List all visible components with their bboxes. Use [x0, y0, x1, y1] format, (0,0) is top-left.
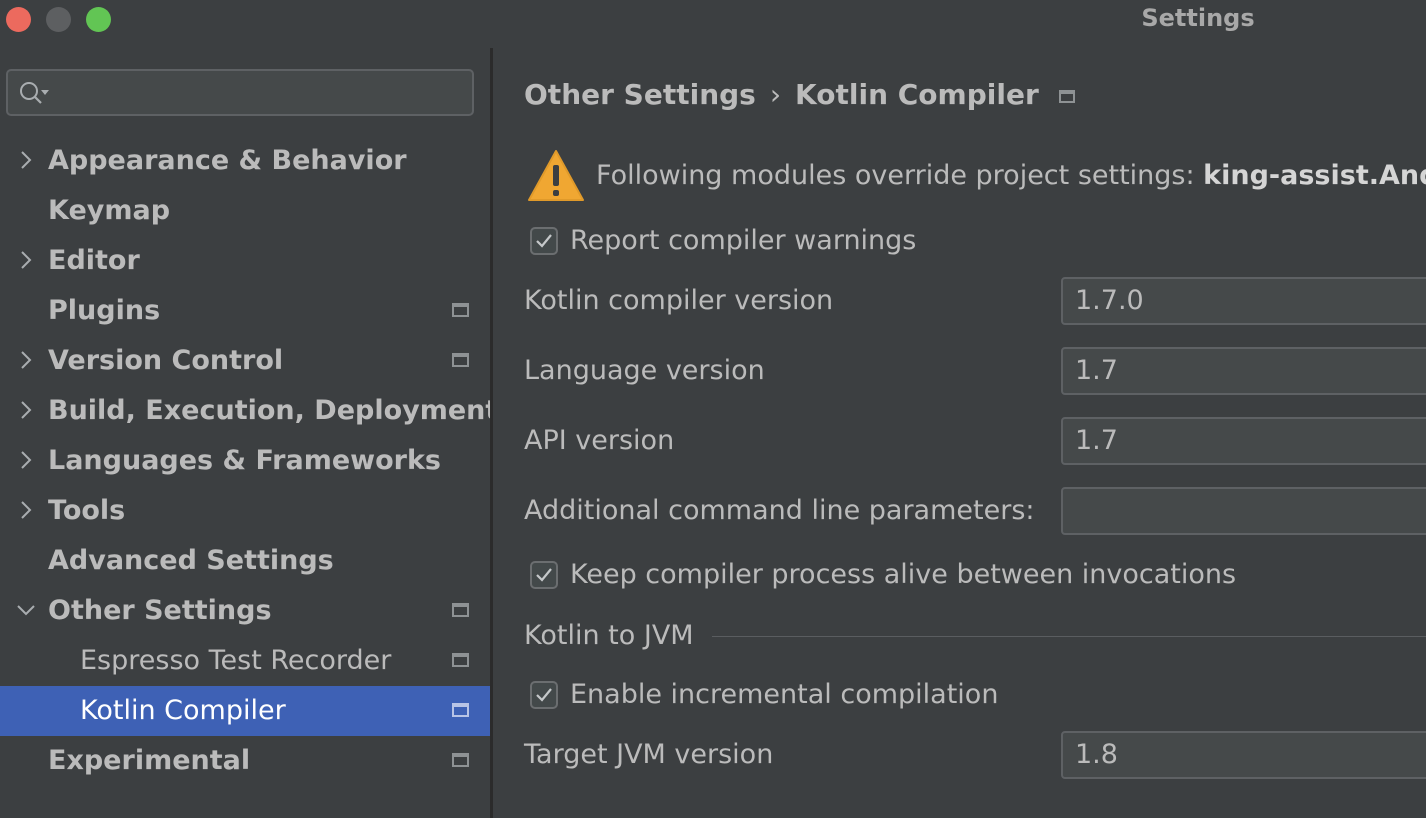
project-level-icon	[452, 303, 469, 317]
breadcrumb-separator: ›	[769, 78, 782, 111]
sidebar-item-label: Tools	[48, 495, 126, 526]
settings-sidebar: Appearance & Behavior Keymap Editor Plug…	[0, 48, 498, 818]
sidebar-item-label: Languages & Frameworks	[48, 445, 442, 476]
warning-message: Following modules override project setti…	[596, 160, 1426, 192]
project-level-icon	[1058, 89, 1075, 103]
warning-module-list[interactable]: king-assist.And	[1203, 160, 1426, 191]
sidebar-item-label: Build, Execution, Deployment	[48, 395, 499, 426]
sidebar-item-other-settings[interactable]: Other Settings	[0, 586, 490, 636]
report-warnings-label: Report compiler warnings	[570, 225, 917, 256]
sidebar-item-label: Kotlin Compiler	[80, 695, 286, 726]
sidebar-item-appearance-behavior[interactable]: Appearance & Behavior	[0, 136, 490, 186]
sidebar-item-label: Advanced Settings	[48, 545, 334, 576]
settings-search-box[interactable]	[6, 69, 474, 116]
chevron-right-icon[interactable]	[16, 250, 36, 270]
search-icon	[20, 82, 49, 104]
sidebar-item-version-control[interactable]: Version Control	[0, 336, 490, 386]
sidebar-item-label: Experimental	[48, 745, 251, 776]
language-version-label: Language version	[524, 355, 765, 386]
checkmark-icon	[536, 234, 552, 248]
checkmark-icon	[536, 568, 552, 582]
sidebar-item-label: Other Settings	[48, 595, 272, 626]
title-bar: Settings	[0, 0, 1426, 48]
breadcrumb-current: Kotlin Compiler	[795, 78, 1039, 111]
chevron-right-icon[interactable]	[16, 450, 36, 470]
sidebar-item-label: Espresso Test Recorder	[80, 645, 392, 676]
minimize-window-button[interactable]	[46, 7, 71, 32]
target-jvm-field[interactable]: 1.8	[1061, 731, 1426, 779]
chevron-right-icon[interactable]	[16, 400, 36, 420]
compiler-version-field[interactable]: 1.7.0	[1061, 277, 1426, 325]
project-level-icon	[452, 753, 469, 767]
breadcrumb: Other Settings › Kotlin Compiler	[524, 77, 1075, 113]
sidebar-item-editor[interactable]: Editor	[0, 236, 490, 286]
sidebar-item-plugins[interactable]: Plugins	[0, 286, 490, 336]
sidebar-item-experimental[interactable]: Experimental	[0, 736, 490, 786]
keep-alive-label: Keep compiler process alive between invo…	[570, 559, 1237, 590]
api-version-field[interactable]: 1.7	[1061, 417, 1426, 465]
sidebar-item-label: Version Control	[48, 345, 284, 376]
keep-alive-checkbox[interactable]	[530, 561, 558, 589]
sidebar-item-tools[interactable]: Tools	[0, 486, 490, 536]
sidebar-item-languages-frameworks[interactable]: Languages & Frameworks	[0, 436, 490, 486]
chevron-right-icon[interactable]	[16, 500, 36, 520]
module-override-warning: Following modules override project setti…	[526, 148, 1426, 204]
project-level-icon	[452, 703, 469, 717]
sidebar-item-build-execution-deployment[interactable]: Build, Execution, Deployment	[0, 386, 498, 436]
sidebar-item-label: Plugins	[48, 295, 161, 326]
sidebar-item-keymap[interactable]: Keymap	[0, 186, 490, 236]
settings-search-input[interactable]	[56, 77, 466, 109]
checkmark-icon	[536, 688, 552, 702]
warning-icon	[528, 150, 584, 201]
warning-text: Following modules override project setti…	[596, 160, 1204, 191]
chevron-right-icon[interactable]	[16, 350, 36, 370]
project-level-icon	[452, 353, 469, 367]
language-version-field[interactable]: 1.7	[1061, 347, 1426, 395]
settings-content-panel: Other Settings › Kotlin Compiler Following…	[493, 48, 1426, 818]
breadcrumb-parent[interactable]: Other Settings	[524, 78, 756, 111]
sidebar-item-advanced-settings[interactable]: Advanced Settings	[0, 536, 490, 586]
maximize-window-button[interactable]	[86, 7, 111, 32]
incremental-compilation-checkbox[interactable]	[530, 681, 558, 709]
chevron-right-icon[interactable]	[16, 150, 36, 170]
compiler-version-label: Kotlin compiler version	[524, 285, 834, 316]
project-level-icon	[452, 603, 469, 617]
project-level-icon	[452, 653, 469, 667]
report-warnings-checkbox[interactable]	[530, 227, 558, 255]
additional-params-input[interactable]	[1061, 487, 1426, 535]
api-version-label: API version	[524, 425, 675, 456]
keep-alive-option[interactable]: Keep compiler process alive between invo…	[530, 559, 1410, 593]
sidebar-item-espresso-test-recorder[interactable]: Espresso Test Recorder	[0, 636, 490, 686]
target-jvm-label: Target JVM version	[524, 739, 774, 770]
incremental-compilation-label: Enable incremental compilation	[570, 679, 999, 710]
chevron-down-icon[interactable]	[16, 600, 36, 620]
sidebar-item-kotlin-compiler[interactable]: Kotlin Compiler	[0, 686, 490, 736]
report-warnings-option[interactable]: Report compiler warnings	[530, 225, 1410, 259]
incremental-compilation-option[interactable]: Enable incremental compilation	[530, 679, 1410, 713]
window-title: Settings	[1141, 4, 1255, 32]
close-window-button[interactable]	[6, 7, 31, 32]
section-divider	[712, 636, 1426, 637]
jvm-section-title: Kotlin to JVM	[524, 620, 694, 651]
sidebar-item-label: Editor	[48, 245, 140, 276]
additional-params-label: Additional command line parameters:	[524, 495, 1035, 526]
sidebar-item-label: Appearance & Behavior	[48, 145, 407, 176]
sidebar-item-label: Keymap	[48, 195, 171, 226]
